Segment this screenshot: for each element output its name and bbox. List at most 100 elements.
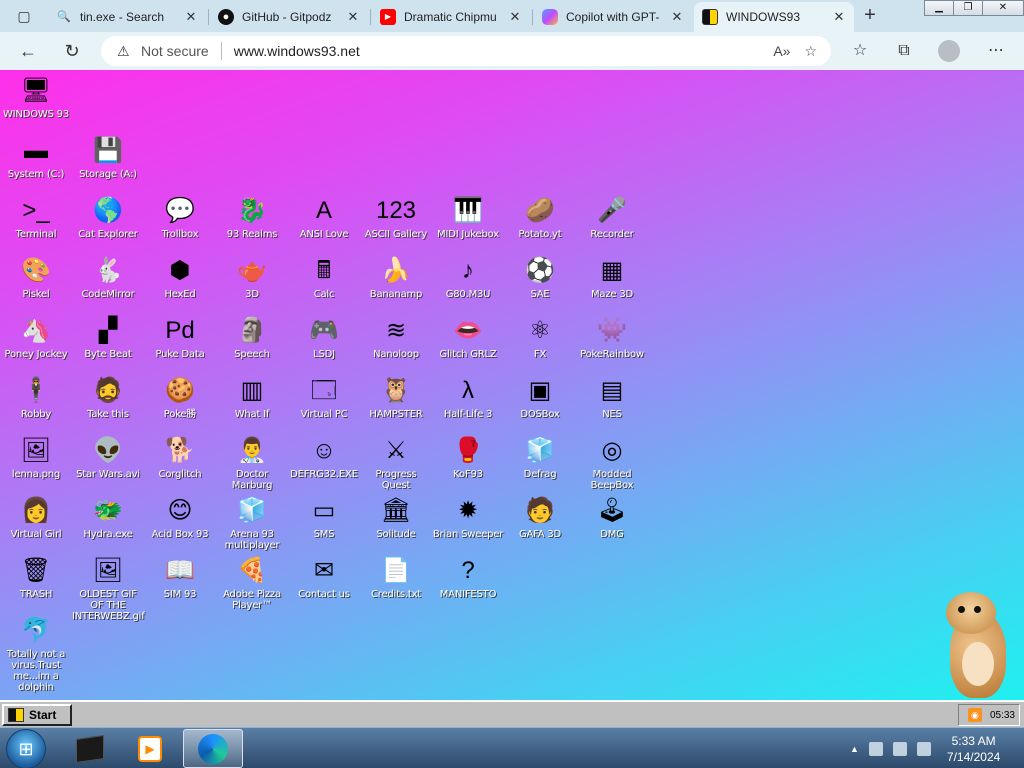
desktop-icon[interactable]: 💬 Trollbox: [144, 196, 216, 240]
volume-icon[interactable]: [916, 741, 931, 756]
desktop-icon[interactable]: 🖼 OLDEST GIF OF THE INTERWEBZ.gif: [72, 556, 145, 622]
desktop-icon[interactable]: 🥔 Potato.yt: [504, 196, 576, 240]
profile-avatar[interactable]: [938, 40, 960, 62]
desktop-icon[interactable]: 📖 SIM 93: [144, 556, 216, 600]
taskbar-app-media-player[interactable]: ▶: [120, 729, 180, 768]
desktop-icon[interactable]: ? MANIFESTO: [432, 556, 504, 600]
add-favorite-icon[interactable]: ☆: [804, 43, 817, 60]
desktop-icon[interactable]: 🖥 WINDOWS 93: [0, 76, 72, 120]
desktop-icon[interactable]: 🐕 Corglitch: [144, 436, 216, 480]
desktop-icon[interactable]: ▥ What If: [216, 376, 288, 420]
desktop-icon[interactable]: ≋ Nanoloop: [360, 316, 432, 360]
close-window-button[interactable]: ✕: [982, 0, 1024, 16]
desktop-icon[interactable]: ▭ SMS: [288, 496, 360, 540]
desktop-icon[interactable]: 🧔 Take this: [72, 376, 144, 420]
maximize-button[interactable]: ❐: [953, 0, 983, 16]
desktop-icon[interactable]: λ Half-Life 3: [432, 376, 504, 420]
more-menu-icon[interactable]: ⋯: [984, 40, 1008, 62]
close-icon[interactable]: ✕: [830, 9, 848, 25]
minimize-button[interactable]: ▁: [924, 0, 954, 16]
desktop-icon[interactable]: 👄 Glitch GRLZ: [432, 316, 504, 360]
desktop-icon[interactable]: 🫖 3D: [216, 256, 288, 300]
hamster-mascot[interactable]: [936, 592, 1016, 700]
desktop-icon[interactable]: ⚽ SAE: [504, 256, 576, 300]
desktop-icon[interactable]: 👩 Virtual Girl: [0, 496, 72, 540]
desktop-icon[interactable]: A ANSI Love: [288, 196, 360, 240]
desktop-icon[interactable]: 🗑 TRASH: [0, 556, 72, 600]
desktop-icon[interactable]: 🦄 Poney Jockey: [0, 316, 72, 360]
collections-icon[interactable]: ⧉: [892, 40, 916, 62]
tab-github[interactable]: ● GitHub - Gitpodz ✕: [210, 2, 368, 31]
desktop-icon[interactable]: 🕹 DMG: [576, 496, 648, 540]
desktop-icon[interactable]: 🕴 Robby: [0, 376, 72, 420]
desktop-icon[interactable]: 👨‍⚕️ Doctor Marburg: [216, 436, 288, 491]
desktop-icon[interactable]: 👽 Star Wars.avi: [72, 436, 144, 480]
favorites-icon[interactable]: ☆: [848, 40, 872, 62]
close-icon[interactable]: ✕: [668, 9, 686, 25]
warning-icon[interactable]: ⚠: [117, 43, 135, 60]
desktop-icon[interactable]: 🍕 Adobe Pizza Player™: [216, 556, 288, 611]
desktop-icon[interactable]: 💾 Storage (A:): [72, 136, 144, 180]
win93-clock[interactable]: 05:33: [990, 710, 1015, 721]
desktop-icon[interactable]: 🐬 Totally not a virus.Trust me...im a dol…: [0, 616, 72, 693]
desktop-icon[interactable]: ▞ Byte Beat: [72, 316, 144, 360]
desktop-icon[interactable]: 🖼 lenna.png: [0, 436, 72, 480]
win93-desktop[interactable]: 🖥 WINDOWS 93 ▬ System (C:) 💾 Storage (A:) >_ Te…: [0, 70, 1024, 700]
windows-start-orb[interactable]: ⊞: [6, 729, 46, 768]
desktop-icon[interactable]: 😊 Acid Box 93: [144, 496, 216, 540]
address-bar[interactable]: ⚠ Not secure www.windows93.net A» ☆: [101, 36, 831, 66]
desktop-icon[interactable]: 🗿 Speech: [216, 316, 288, 360]
desktop-icon[interactable]: ▬ System (C:): [0, 136, 72, 180]
desktop-icon[interactable]: ▣ DOSBox: [504, 376, 576, 420]
tab-youtube[interactable]: ▶ Dramatic Chipmu ✕: [372, 2, 530, 31]
tray-app-icon[interactable]: [868, 741, 883, 756]
close-icon[interactable]: ✕: [182, 9, 200, 25]
desktop-icon[interactable]: 🧑 GAFA 3D: [504, 496, 576, 540]
desktop-icon[interactable]: ▤ NES: [576, 376, 648, 420]
tab-search[interactable]: 🔍 tin.exe - Search ✕: [48, 2, 206, 31]
desktop-icon[interactable]: 🥊 KoF93: [432, 436, 504, 480]
win93-start-button[interactable]: Start: [2, 704, 72, 726]
show-hidden-icons[interactable]: ▲: [850, 744, 859, 754]
network-icon[interactable]: [892, 741, 907, 756]
desktop-icon[interactable]: 🎮 LSDJ: [288, 316, 360, 360]
refresh-button[interactable]: ↻: [60, 40, 84, 62]
close-icon[interactable]: ✕: [506, 9, 524, 25]
desktop-icon[interactable]: 🎨 Piskel: [0, 256, 72, 300]
desktop-icon[interactable]: 🦉 HAMPSTER: [360, 376, 432, 420]
desktop-icon[interactable]: 🌎 Cat Explorer: [72, 196, 144, 240]
read-aloud-icon[interactable]: A»: [773, 43, 790, 59]
close-icon[interactable]: ✕: [344, 9, 362, 25]
taskbar-app-edge[interactable]: [183, 729, 243, 768]
desktop-icon[interactable]: ✉ Contact us: [288, 556, 360, 600]
desktop-icon[interactable]: 📄 Credits.txt: [360, 556, 432, 600]
desktop-icon[interactable]: ♪ G80.M3U: [432, 256, 504, 300]
desktop-icon[interactable]: 🎤 Recorder: [576, 196, 648, 240]
desktop-icon[interactable]: 👾 PokeRainbow: [576, 316, 648, 360]
desktop-icon[interactable]: 🐇 CodeMirror: [72, 256, 144, 300]
rss-icon[interactable]: ◉: [967, 708, 982, 722]
tab-actions-icon[interactable]: ▢: [12, 5, 36, 27]
back-button[interactable]: ←: [16, 40, 40, 62]
desktop-icon[interactable]: 🍪 Poke勝: [144, 376, 216, 420]
desktop-icon[interactable]: ⬢ HexEd: [144, 256, 216, 300]
tab-copilot[interactable]: Copilot with GPT- ✕: [534, 2, 692, 31]
desktop-icon[interactable]: 🧊 Defrag: [504, 436, 576, 480]
desktop-icon[interactable]: 🖩 Calc: [288, 256, 360, 300]
system-clock[interactable]: 5:33 AM 7/14/2024: [947, 733, 1000, 765]
desktop-icon[interactable]: 🗔 Virtual PC: [288, 376, 360, 420]
desktop-icon[interactable]: ✹ Brian Sweeper: [432, 496, 504, 540]
desktop-icon[interactable]: 🍌 Bananamp: [360, 256, 432, 300]
desktop-icon[interactable]: Pd Puke Data: [144, 316, 216, 360]
desktop-icon[interactable]: 🏛 Solitude: [360, 496, 432, 540]
desktop-icon[interactable]: ☺ DEFRG32.EXE: [288, 436, 360, 480]
desktop-icon[interactable]: ⚔ Progress Quest: [360, 436, 432, 491]
desktop-icon[interactable]: 🎹 MIDI Jukebox: [432, 196, 504, 240]
desktop-icon[interactable]: 🐲 Hydra.exe: [72, 496, 144, 540]
desktop-icon[interactable]: 🐉 93 Realms: [216, 196, 288, 240]
desktop-icon[interactable]: 123 ASCII Gallery: [360, 196, 432, 240]
new-tab-button[interactable]: +: [858, 4, 882, 26]
desktop-icon[interactable]: ◎ Modded BeepBox: [576, 436, 648, 491]
desktop-icon[interactable]: ▦ Maze 3D: [576, 256, 648, 300]
security-status[interactable]: Not secure: [141, 43, 209, 59]
